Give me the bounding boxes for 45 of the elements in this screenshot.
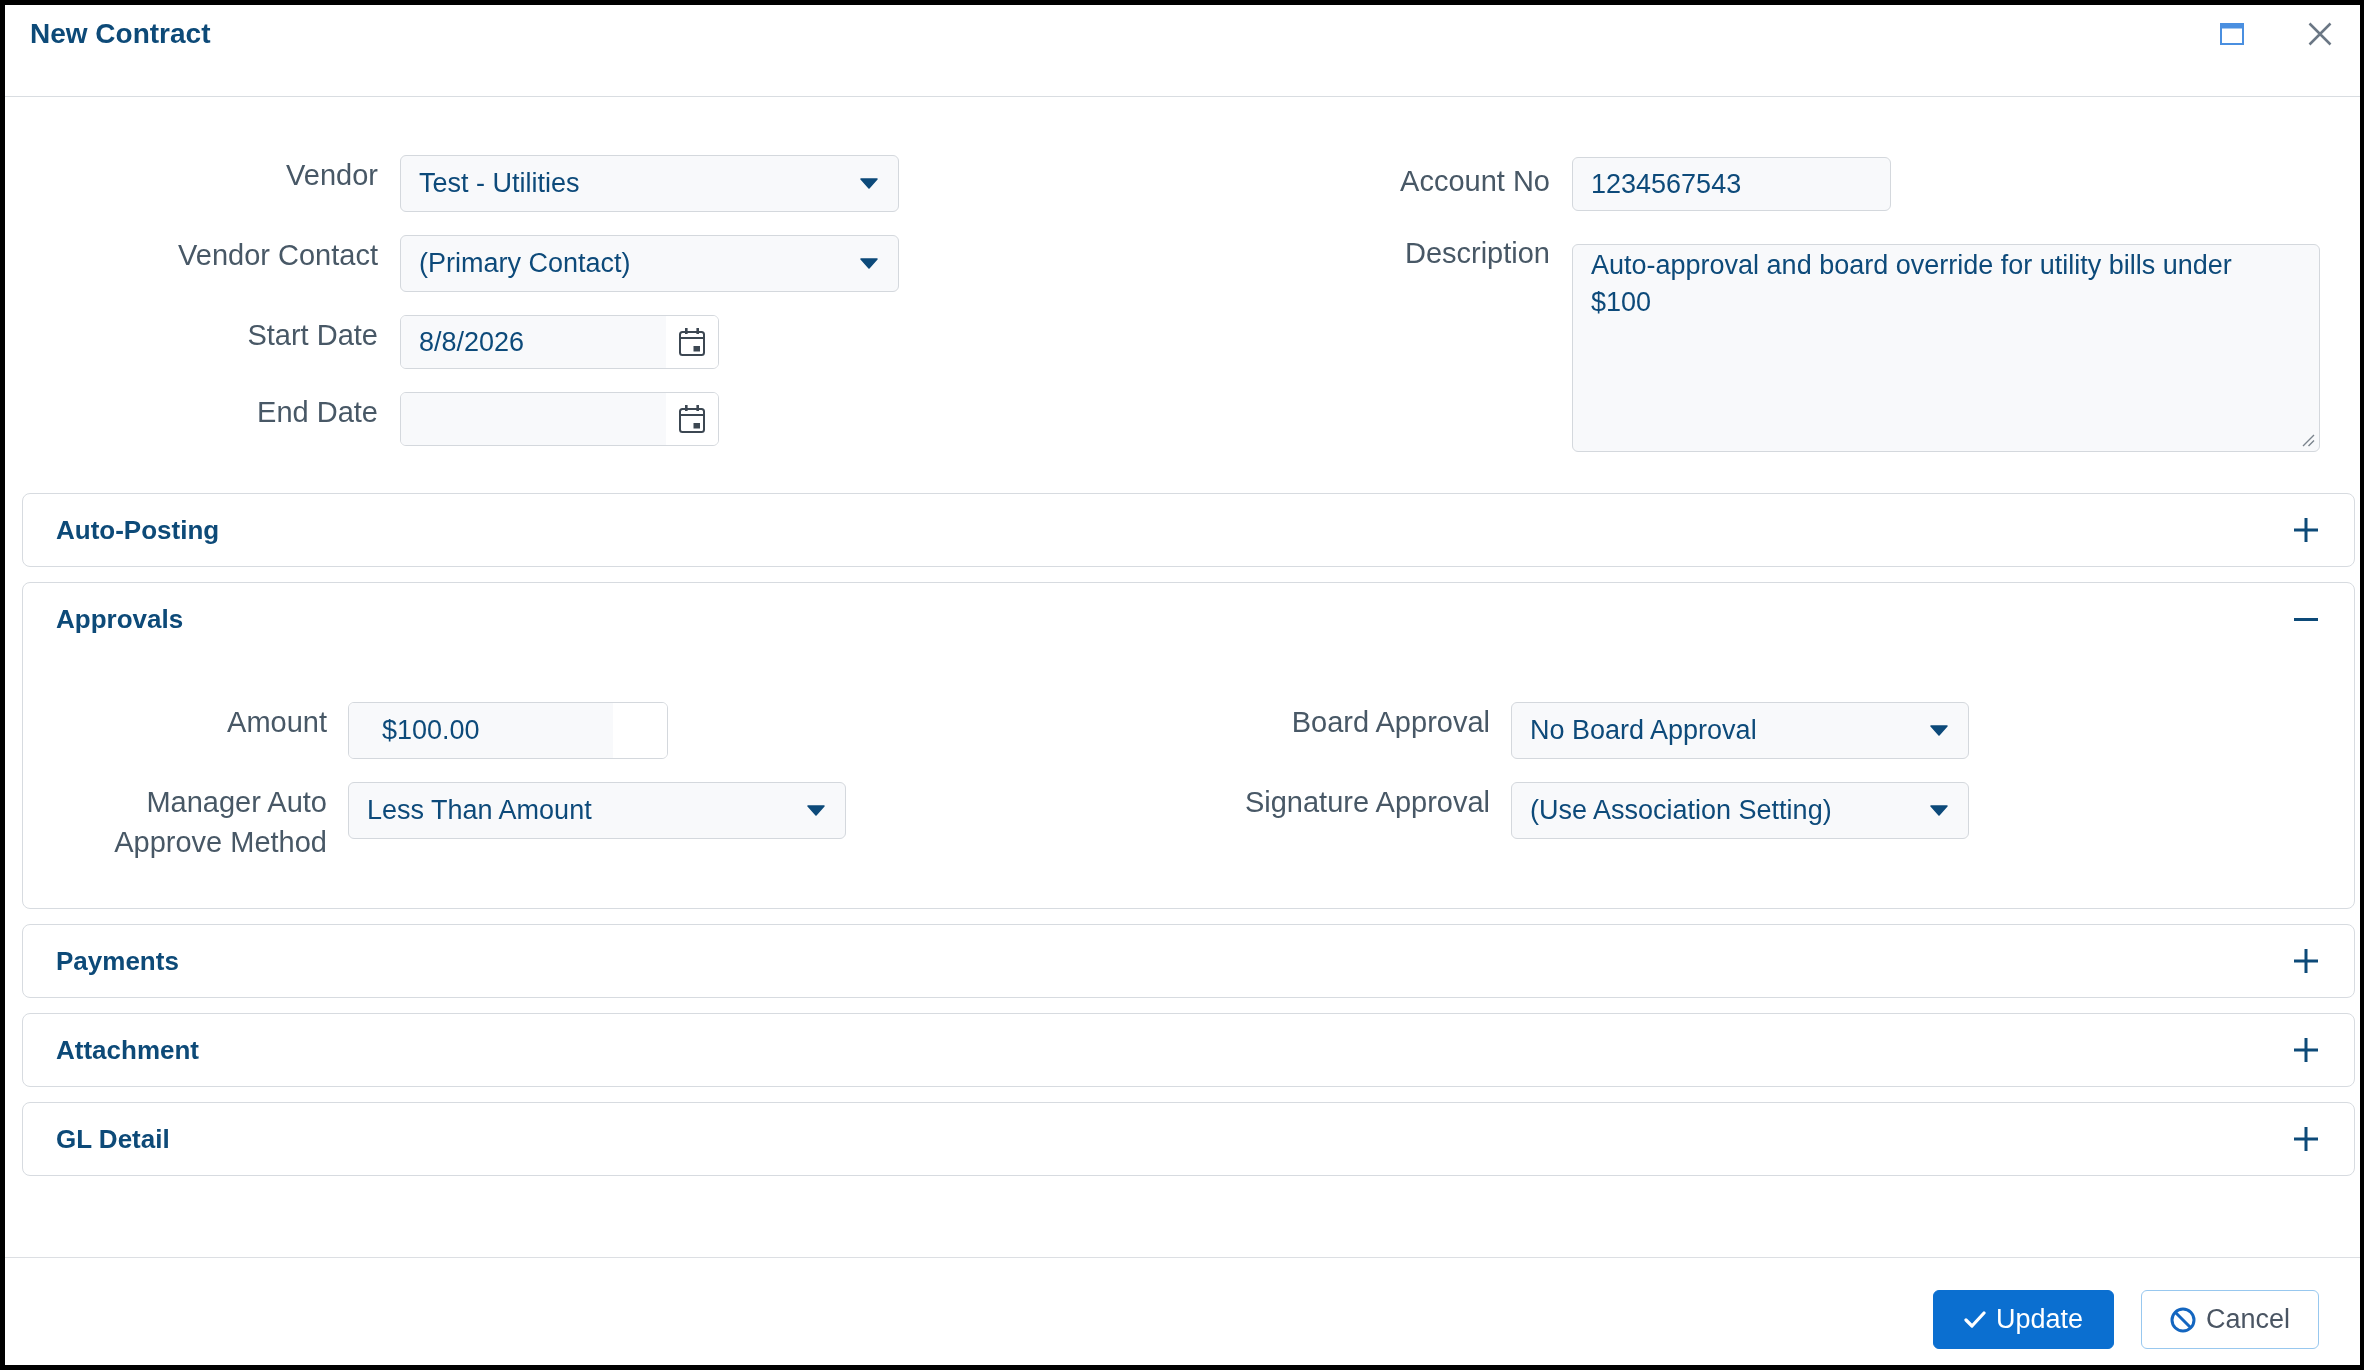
maximize-icon[interactable] — [2220, 23, 2244, 45]
dropdown[interactable]: (Use Association Setting) — [1511, 782, 1969, 839]
minus-icon[interactable] — [2294, 617, 2318, 621]
window-title: New Contract — [30, 17, 211, 51]
plus-icon[interactable] — [2294, 949, 2318, 973]
ban-icon — [2169, 1306, 2196, 1333]
caret-icon — [1930, 805, 1948, 816]
field-label: End Date — [257, 395, 378, 430]
text-input[interactable]: 1234567543 — [1572, 157, 1891, 211]
date-field[interactable]: 8/8/2026 — [400, 315, 719, 369]
caret-icon — [1930, 725, 1948, 736]
plus-icon[interactable] — [2294, 518, 2318, 542]
caret-icon — [860, 178, 878, 189]
update-button[interactable]: Update — [1933, 1290, 2114, 1349]
field-label: Board Approval — [1291, 705, 1490, 740]
date-field[interactable] — [400, 392, 719, 446]
dropdown[interactable]: (Primary Contact) — [400, 235, 899, 292]
field-label: Vendor Contact — [178, 238, 378, 273]
check-icon — [1963, 1311, 1986, 1328]
text-area[interactable]: Auto-approval and board override for utility bills under $100 — [1572, 244, 2320, 452]
calendar-icon[interactable] — [679, 405, 705, 433]
section-toggle[interactable]: Auto-Posting — [23, 494, 2354, 566]
cancel-button[interactable]: Cancel — [2141, 1290, 2319, 1349]
section-toggle[interactable]: GL Detail — [23, 1103, 2354, 1175]
field-label: Description — [1404, 236, 1550, 271]
caret-icon — [860, 258, 878, 269]
dropdown[interactable]: Test - Utilities — [400, 155, 899, 212]
caret-icon — [807, 805, 825, 816]
field-label: Signature Approval — [1244, 785, 1490, 820]
field-label: Start Date — [247, 318, 378, 353]
dropdown[interactable]: Less Than Amount — [348, 782, 846, 839]
section-toggle[interactable]: Payments — [23, 925, 2354, 997]
plus-icon[interactable] — [2294, 1127, 2318, 1151]
resize-grip-icon[interactable] — [2301, 433, 2315, 447]
field-label: Manager Auto Approve Method — [113, 785, 327, 860]
section-toggle[interactable]: Attachment — [23, 1014, 2354, 1086]
field-label: Amount — [227, 705, 327, 740]
dropdown[interactable]: No Board Approval — [1511, 702, 1969, 759]
close-icon[interactable] — [2308, 22, 2332, 46]
plus-icon[interactable] — [2294, 1038, 2318, 1062]
field-label: Vendor — [286, 158, 378, 193]
calendar-icon[interactable] — [679, 328, 705, 356]
amount-input[interactable]: $100.00 — [348, 702, 668, 759]
section-toggle[interactable]: Approvals — [23, 583, 2354, 655]
field-label: Account No — [1400, 164, 1550, 199]
